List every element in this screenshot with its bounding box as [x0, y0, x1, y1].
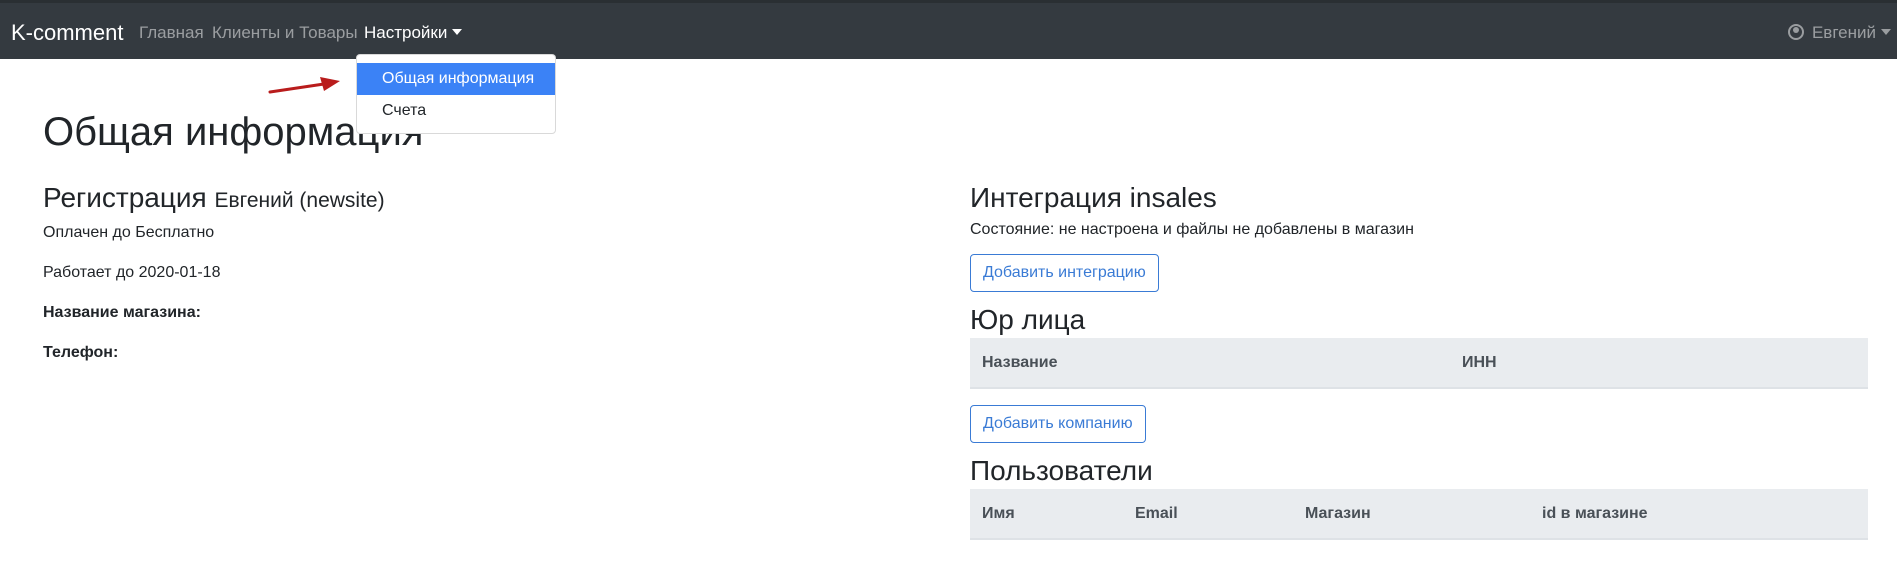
column-header-email: Email — [1123, 489, 1293, 540]
top-navbar: K-comment Главная Клиенты и Товары Настр… — [0, 0, 1897, 59]
integration-heading: Интеграция insales — [970, 182, 1217, 213]
dropdown-item-general-info[interactable]: Общая информация — [357, 63, 555, 95]
column-header-shop-id: id в магазине — [1530, 489, 1868, 540]
column-header-inn: ИНН — [1450, 338, 1868, 389]
registration-heading: Регистрация Евгений (newsite) — [43, 180, 943, 219]
nav-link-home[interactable]: Главная — [139, 23, 204, 43]
caret-down-icon — [452, 29, 463, 35]
integration-status: Состояние: не настроена и файлы не добав… — [970, 221, 1414, 238]
legal-entities-table: Название ИНН — [970, 338, 1868, 389]
add-company-button[interactable]: Добавить компанию — [970, 405, 1146, 443]
nav-link-clients-products[interactable]: Клиенты и Товары — [212, 23, 358, 43]
users-heading: Пользователи — [970, 455, 1153, 486]
user-menu-label: Евгений — [1811, 23, 1876, 42]
settings-dropdown: Общая информация Счета — [356, 54, 556, 134]
caret-down-icon — [1881, 29, 1891, 35]
table-header-row: Имя Email Магазин id в магазине — [970, 489, 1868, 540]
registration-user: Евгений (newsite) — [214, 189, 385, 212]
registration-heading-text: Регистрация — [43, 182, 207, 213]
table-header-row: Название ИНН — [970, 338, 1868, 389]
user-menu[interactable]: Евгений — [1788, 23, 1891, 43]
legal-entities-heading: Юр лица — [970, 304, 1086, 335]
user-circle-icon — [1788, 24, 1805, 40]
nav-settings-label: Настройки — [364, 23, 448, 42]
nav-link-settings[interactable]: Настройки — [364, 23, 463, 43]
column-header-user-name: Имя — [970, 489, 1123, 540]
column-header-name: Название — [970, 338, 1450, 389]
annotation-arrow-icon — [268, 77, 340, 94]
add-integration-button[interactable]: Добавить интеграцию — [970, 254, 1159, 292]
phone-label: Телефон: — [43, 344, 119, 361]
shop-name-label: Название магазина: — [43, 304, 201, 321]
dropdown-item-invoices[interactable]: Счета — [357, 95, 555, 127]
works-until-text: Работает до 2020-01-18 — [43, 264, 221, 281]
right-column: Интеграция insales Состояние: не настрое… — [970, 180, 1868, 540]
brand-link[interactable]: K-comment — [11, 20, 123, 46]
column-header-shop: Магазин — [1293, 489, 1530, 540]
registration-section: Регистрация Евгений (newsite) Оплачен до… — [43, 180, 943, 363]
paid-until-text: Оплачен до Бесплатно — [43, 224, 215, 241]
users-table: Имя Email Магазин id в магазине — [970, 489, 1868, 540]
